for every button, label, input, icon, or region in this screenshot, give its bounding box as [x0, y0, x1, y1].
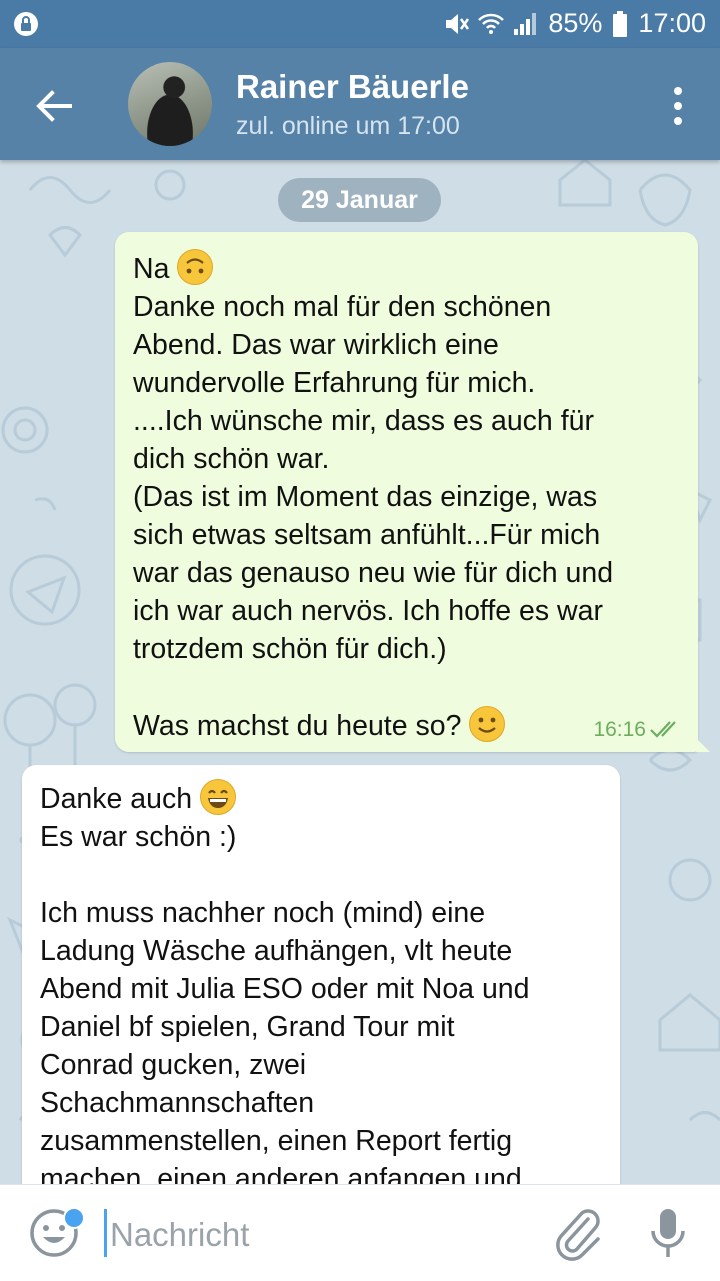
message-composer: [0, 1184, 720, 1281]
contact-last-seen: zul. online um 17:00: [236, 112, 460, 140]
battery-percent: 85%: [548, 8, 603, 38]
message-line: Danke auch: [40, 783, 201, 815]
message-body: Es war schön :) Ich muss nachher noch (m…: [40, 821, 530, 1184]
message-time: 16:16: [593, 718, 646, 741]
slightly-smiling-face-emoji: [469, 706, 506, 742]
message-line: Na: [133, 253, 178, 285]
upside-down-face-emoji: [177, 249, 214, 285]
chat-header: Rainer Bäuerle zul. online um 17:00: [0, 48, 720, 160]
more-options-icon[interactable]: [672, 86, 684, 126]
mute-icon: [446, 13, 470, 34]
date-separator: 29 Januar: [278, 178, 441, 222]
outgoing-message[interactable]: Na Danke noch mal für den schönen Abend.…: [115, 232, 710, 752]
incoming-message[interactable]: Danke auch Es war schön :) Ich muss nach…: [22, 765, 620, 1184]
attach-paperclip-icon[interactable]: [552, 1205, 604, 1261]
message-input[interactable]: [108, 1207, 532, 1263]
outgoing-message-text: Na Danke noch mal für den schönen Abend.…: [133, 249, 693, 745]
message-line: Was machst du heute so?: [133, 710, 470, 742]
back-arrow-icon[interactable]: [30, 82, 78, 130]
new-stickers-indicator: [63, 1207, 85, 1229]
signal-icon: [514, 12, 537, 35]
status-bar: 85% 17:00: [0, 0, 720, 48]
contact-avatar[interactable]: [128, 62, 212, 146]
read-checkmarks-icon: [650, 721, 676, 738]
message-body: Danke noch mal für den schönen Abend. Da…: [133, 291, 614, 665]
incoming-message-text: Danke auch Es war schön :) Ich muss nach…: [40, 779, 615, 1184]
clock: 17:00: [638, 8, 706, 38]
text-cursor: [104, 1209, 107, 1257]
message-list[interactable]: 29 Januar Na Danke noch mal für den schö…: [0, 160, 720, 1184]
wifi-icon: [478, 13, 505, 34]
microphone-icon[interactable]: [646, 1205, 690, 1261]
grinning-face-emoji: [200, 779, 237, 815]
chat-lock-icon: [14, 12, 38, 36]
contact-name[interactable]: Rainer Bäuerle: [236, 68, 469, 106]
battery-icon: [613, 10, 628, 37]
